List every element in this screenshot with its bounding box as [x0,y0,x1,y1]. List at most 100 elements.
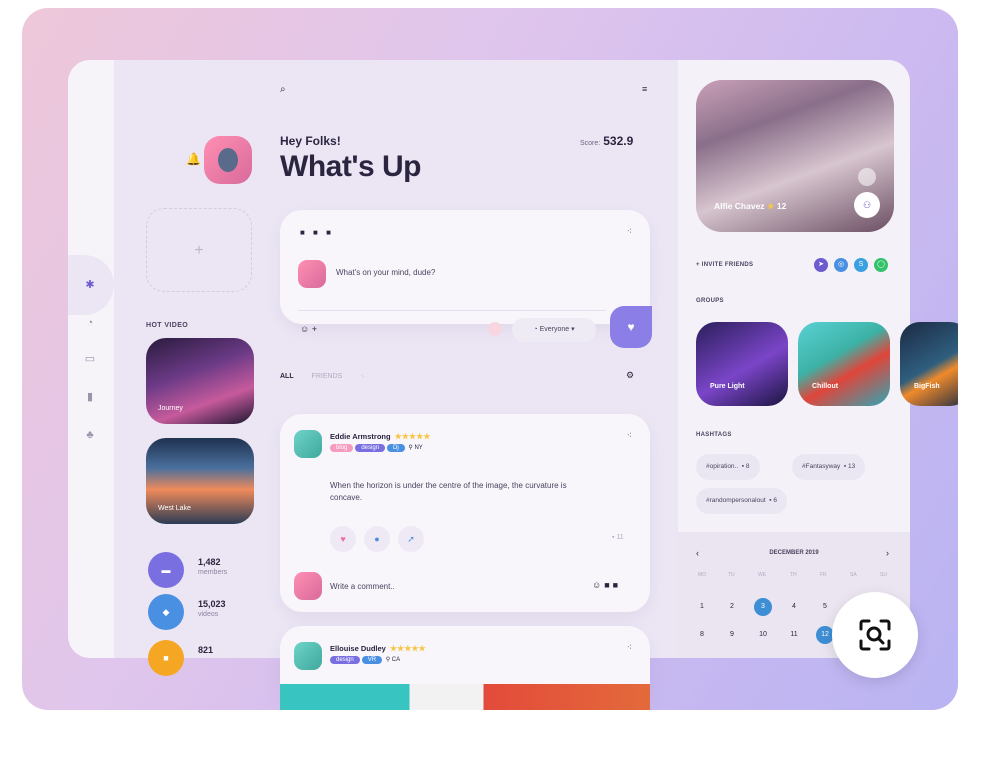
more-icon[interactable]: ⁖ [627,430,632,441]
weekday: SU [880,572,887,578]
weekday: WE [758,572,767,578]
hashtag-count: 13 [848,463,856,470]
rating-stars: ★★★★★ [394,432,431,441]
emoji-icon[interactable]: ☺ + [300,324,317,334]
stat-label: members [198,569,228,576]
weekday: MO [698,572,707,578]
weekday: TU [728,572,735,578]
stat-label: videos [198,611,219,618]
hashtag-count: 6 [773,497,777,504]
calendar-day[interactable]: 1 [693,598,711,616]
tag[interactable]: VR [361,656,383,664]
hashtag-chip[interactable]: #opiration.. ▪ 8 [696,454,760,480]
comment-icon[interactable]: ● [364,526,390,552]
more-icon[interactable]: ⁖ [360,373,364,380]
hashtag-text: #Fantasyway [802,463,841,470]
calendar-day[interactable]: 11 [785,626,803,644]
record-icon[interactable] [488,322,502,336]
author-name[interactable]: Ellouise Dudley [330,644,386,653]
calendar-day[interactable]: 5 [816,598,834,616]
weekday: SA [850,572,857,578]
stat-value: 821 [198,645,214,655]
composer-card: ■ ■ ■ ⁖ What's on your mind, dude? ☺ + ◔… [280,210,652,348]
weekday: TH [790,572,797,578]
hashtag-chip[interactable]: #Fantasyway ▪ 13 [792,454,866,480]
video-card-journey[interactable]: Journey [146,338,254,424]
post-author: Eddie Armstrong ★★★★★ [330,432,430,441]
post-button[interactable]: ♥ [610,306,652,348]
tag[interactable]: design [355,444,386,452]
add-friend-button[interactable]: ⚇ [854,192,880,218]
image-icon[interactable]: ▭ [83,352,97,366]
video-title: Journey [158,405,183,412]
compass-icon[interactable]: ◔ [83,316,97,330]
like-icon[interactable]: ♥ [330,526,356,552]
video-title: West Lake [158,505,191,512]
feed-icon[interactable] [858,168,876,186]
avatar [294,430,322,458]
calendar-day-selected[interactable]: 3 [754,598,772,616]
dashboard-card: ✱ ◔ ▭ ▮ ♣ 🔔 + HOT VIDEO Journey West Lak… [68,60,958,710]
profile-rating: 12 [776,201,787,211]
divider [298,310,606,311]
video-card-west-lake[interactable]: West Lake [146,438,254,524]
comment-count-value: 11 [616,534,624,541]
calendar-day[interactable]: 8 [693,626,711,644]
tab-friends[interactable]: FRIENDS [312,373,343,380]
groups-label: GROUPS [696,298,724,304]
post-tags: blog design Dj ⚲ NY [330,444,423,452]
members-icon: ▬ [148,552,184,588]
more-icon[interactable]: ⁖ [627,642,632,653]
author-name[interactable]: Eddie Armstrong [330,432,391,441]
calendar-day[interactable]: 4 [785,598,803,616]
tag[interactable]: blog [330,444,354,452]
skype-icon[interactable]: S [854,258,868,272]
calendar-day[interactable]: 10 [754,626,772,644]
tab-all[interactable]: ALL [280,373,294,380]
group-card-bigfish[interactable]: BigFish [900,322,958,406]
bell-icon[interactable]: 🔔 [186,152,201,166]
calendar-day[interactable]: 2 [723,598,741,616]
avatar [298,260,326,288]
calendar-day[interactable]: 9 [723,626,741,644]
telegram-icon[interactable]: ➤ [814,258,828,272]
avatar[interactable] [204,136,252,184]
invite-friends-link[interactable]: + INVITE FRIENDS [696,262,753,268]
search-icon[interactable]: ⌕ [280,84,286,95]
comment-input[interactable]: Write a comment.. [330,582,395,591]
audience-select[interactable]: ◔ Everyone ▾ [512,318,596,342]
whatsapp-icon[interactable]: ◯ [874,258,888,272]
post-location: CA [391,657,401,663]
chart-icon[interactable]: ▮ [83,390,97,404]
puzzle-icon[interactable]: ✱ [83,278,97,292]
composer-tools[interactable]: ■ ■ ■ [300,228,334,237]
audience-value: Everyone [539,326,570,333]
post-location: NY [414,445,423,451]
profile-name: Alfie Chavez ★ 12 [714,201,786,212]
settings-icon[interactable]: ⚙ [626,370,634,381]
chevron-right-icon[interactable]: › [886,548,889,558]
post-author: Ellouise Dudley ★★★★★ [330,644,426,653]
score-label: Score: [580,140,601,147]
tag[interactable]: design [330,656,360,664]
group-card-pure-light[interactable]: Pure Light [696,322,788,406]
post-text: When the horizon is under the centre of … [330,481,567,502]
puzzle-piece-icon[interactable]: ♣ [83,428,97,442]
group-name: Chillout [812,383,839,390]
video-icon: ◆ [148,594,184,630]
comment-tools[interactable]: ☺■■ [592,580,621,590]
add-story-button[interactable]: + [146,208,252,292]
messenger-icon[interactable]: ◎ [834,258,848,272]
comment-count: ▪ 11 [612,534,624,541]
hashtag-chip[interactable]: #randompersonalout ▪ 6 [696,488,787,514]
user-list-icon[interactable]: ≡ [642,84,647,94]
group-card-chillout[interactable]: Chillout [798,322,890,406]
tag[interactable]: Dj [387,444,405,452]
visual-search-button[interactable] [832,592,918,678]
composer-input[interactable]: What's on your mind, dude? [336,268,435,277]
more-icon[interactable]: ⁖ [627,226,632,237]
feed-tabs: ALL FRIENDS ⁖ [280,372,380,380]
post-image [280,684,650,710]
profile-name-text[interactable]: Alfie Chavez [714,201,765,211]
share-icon[interactable]: ➚ [398,526,424,552]
